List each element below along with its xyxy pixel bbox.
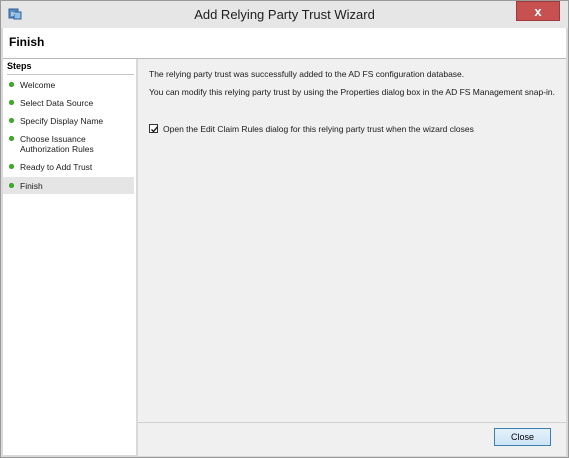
step-label: Ready to Add Trust bbox=[20, 162, 93, 172]
step-label: Choose Issuance Authorization Rules bbox=[20, 134, 94, 154]
step-finish[interactable]: Finish bbox=[3, 177, 134, 194]
step-choose-issuance-authorization-rules[interactable]: Choose Issuance Authorization Rules bbox=[3, 132, 134, 156]
success-message: The relying party trust was successfully… bbox=[149, 69, 465, 79]
step-label: Select Data Source bbox=[20, 98, 94, 108]
step-complete-icon bbox=[9, 164, 14, 169]
step-complete-icon bbox=[9, 82, 14, 87]
step-complete-icon bbox=[9, 100, 14, 105]
close-icon: x bbox=[534, 4, 542, 19]
window-title: Add Relying Party Trust Wizard bbox=[194, 7, 375, 22]
button-bar: Close bbox=[138, 422, 566, 456]
modify-hint-message: You can modify this relying party trust … bbox=[149, 87, 556, 97]
wizard-window: Add Relying Party Trust Wizard x Finish … bbox=[0, 0, 569, 458]
close-button[interactable]: Close bbox=[494, 428, 551, 446]
step-ready-to-add-trust[interactable]: Ready to Add Trust bbox=[3, 160, 134, 174]
steps-pane: Steps Welcome Select Data Source Specify… bbox=[3, 59, 136, 455]
page-title: Finish bbox=[9, 35, 45, 49]
steps-heading: Steps bbox=[7, 61, 134, 75]
open-edit-claim-rules-label[interactable]: Open the Edit Claim Rules dialog for thi… bbox=[163, 124, 474, 134]
step-select-data-source[interactable]: Select Data Source bbox=[3, 96, 134, 110]
title-bar[interactable]: Add Relying Party Trust Wizard x bbox=[1, 1, 568, 28]
content-pane: The relying party trust was successfully… bbox=[138, 59, 566, 422]
step-complete-icon bbox=[9, 118, 14, 123]
open-edit-claim-rules-checkbox[interactable] bbox=[149, 124, 159, 133]
step-label: Welcome bbox=[20, 80, 56, 90]
checkmark-icon bbox=[151, 126, 159, 133]
step-complete-icon bbox=[9, 183, 14, 188]
step-label: Finish bbox=[20, 181, 43, 191]
window-close-button[interactable]: x bbox=[516, 1, 560, 21]
page-header: Finish bbox=[3, 28, 566, 59]
step-specify-display-name[interactable]: Specify Display Name bbox=[3, 114, 134, 128]
step-welcome[interactable]: Welcome bbox=[3, 78, 134, 92]
step-label: Specify Display Name bbox=[20, 116, 104, 126]
step-complete-icon bbox=[9, 136, 14, 141]
